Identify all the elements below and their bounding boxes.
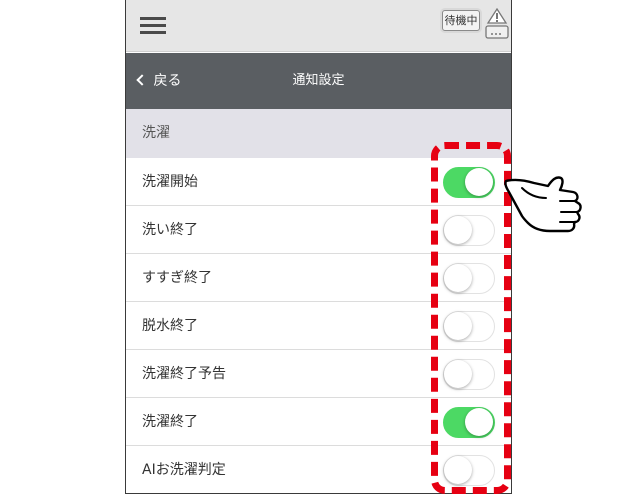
setting-label: AIお洗濯判定 [142,462,226,478]
setting-label: 洗濯終了予告 [142,366,226,382]
status-badge: 待機中 [442,10,480,31]
setting-label: 洗濯開始 [142,174,198,190]
setting-label: 洗濯終了 [142,414,198,430]
setting-label: 洗い終了 [142,222,198,238]
pointing-hand-icon [504,176,582,233]
hamburger-menu-icon[interactable] [140,17,166,35]
toggle-highlight-frame [431,142,511,494]
nav-bar: 戻る 通知設定 [126,53,511,109]
warning-device-icon[interactable] [484,8,510,40]
top-bar: 待機中 [126,0,511,52]
setting-label: 脱水終了 [142,318,198,334]
page-title: 通知設定 [292,73,345,88]
setting-label: すすぎ終了 [142,270,212,286]
